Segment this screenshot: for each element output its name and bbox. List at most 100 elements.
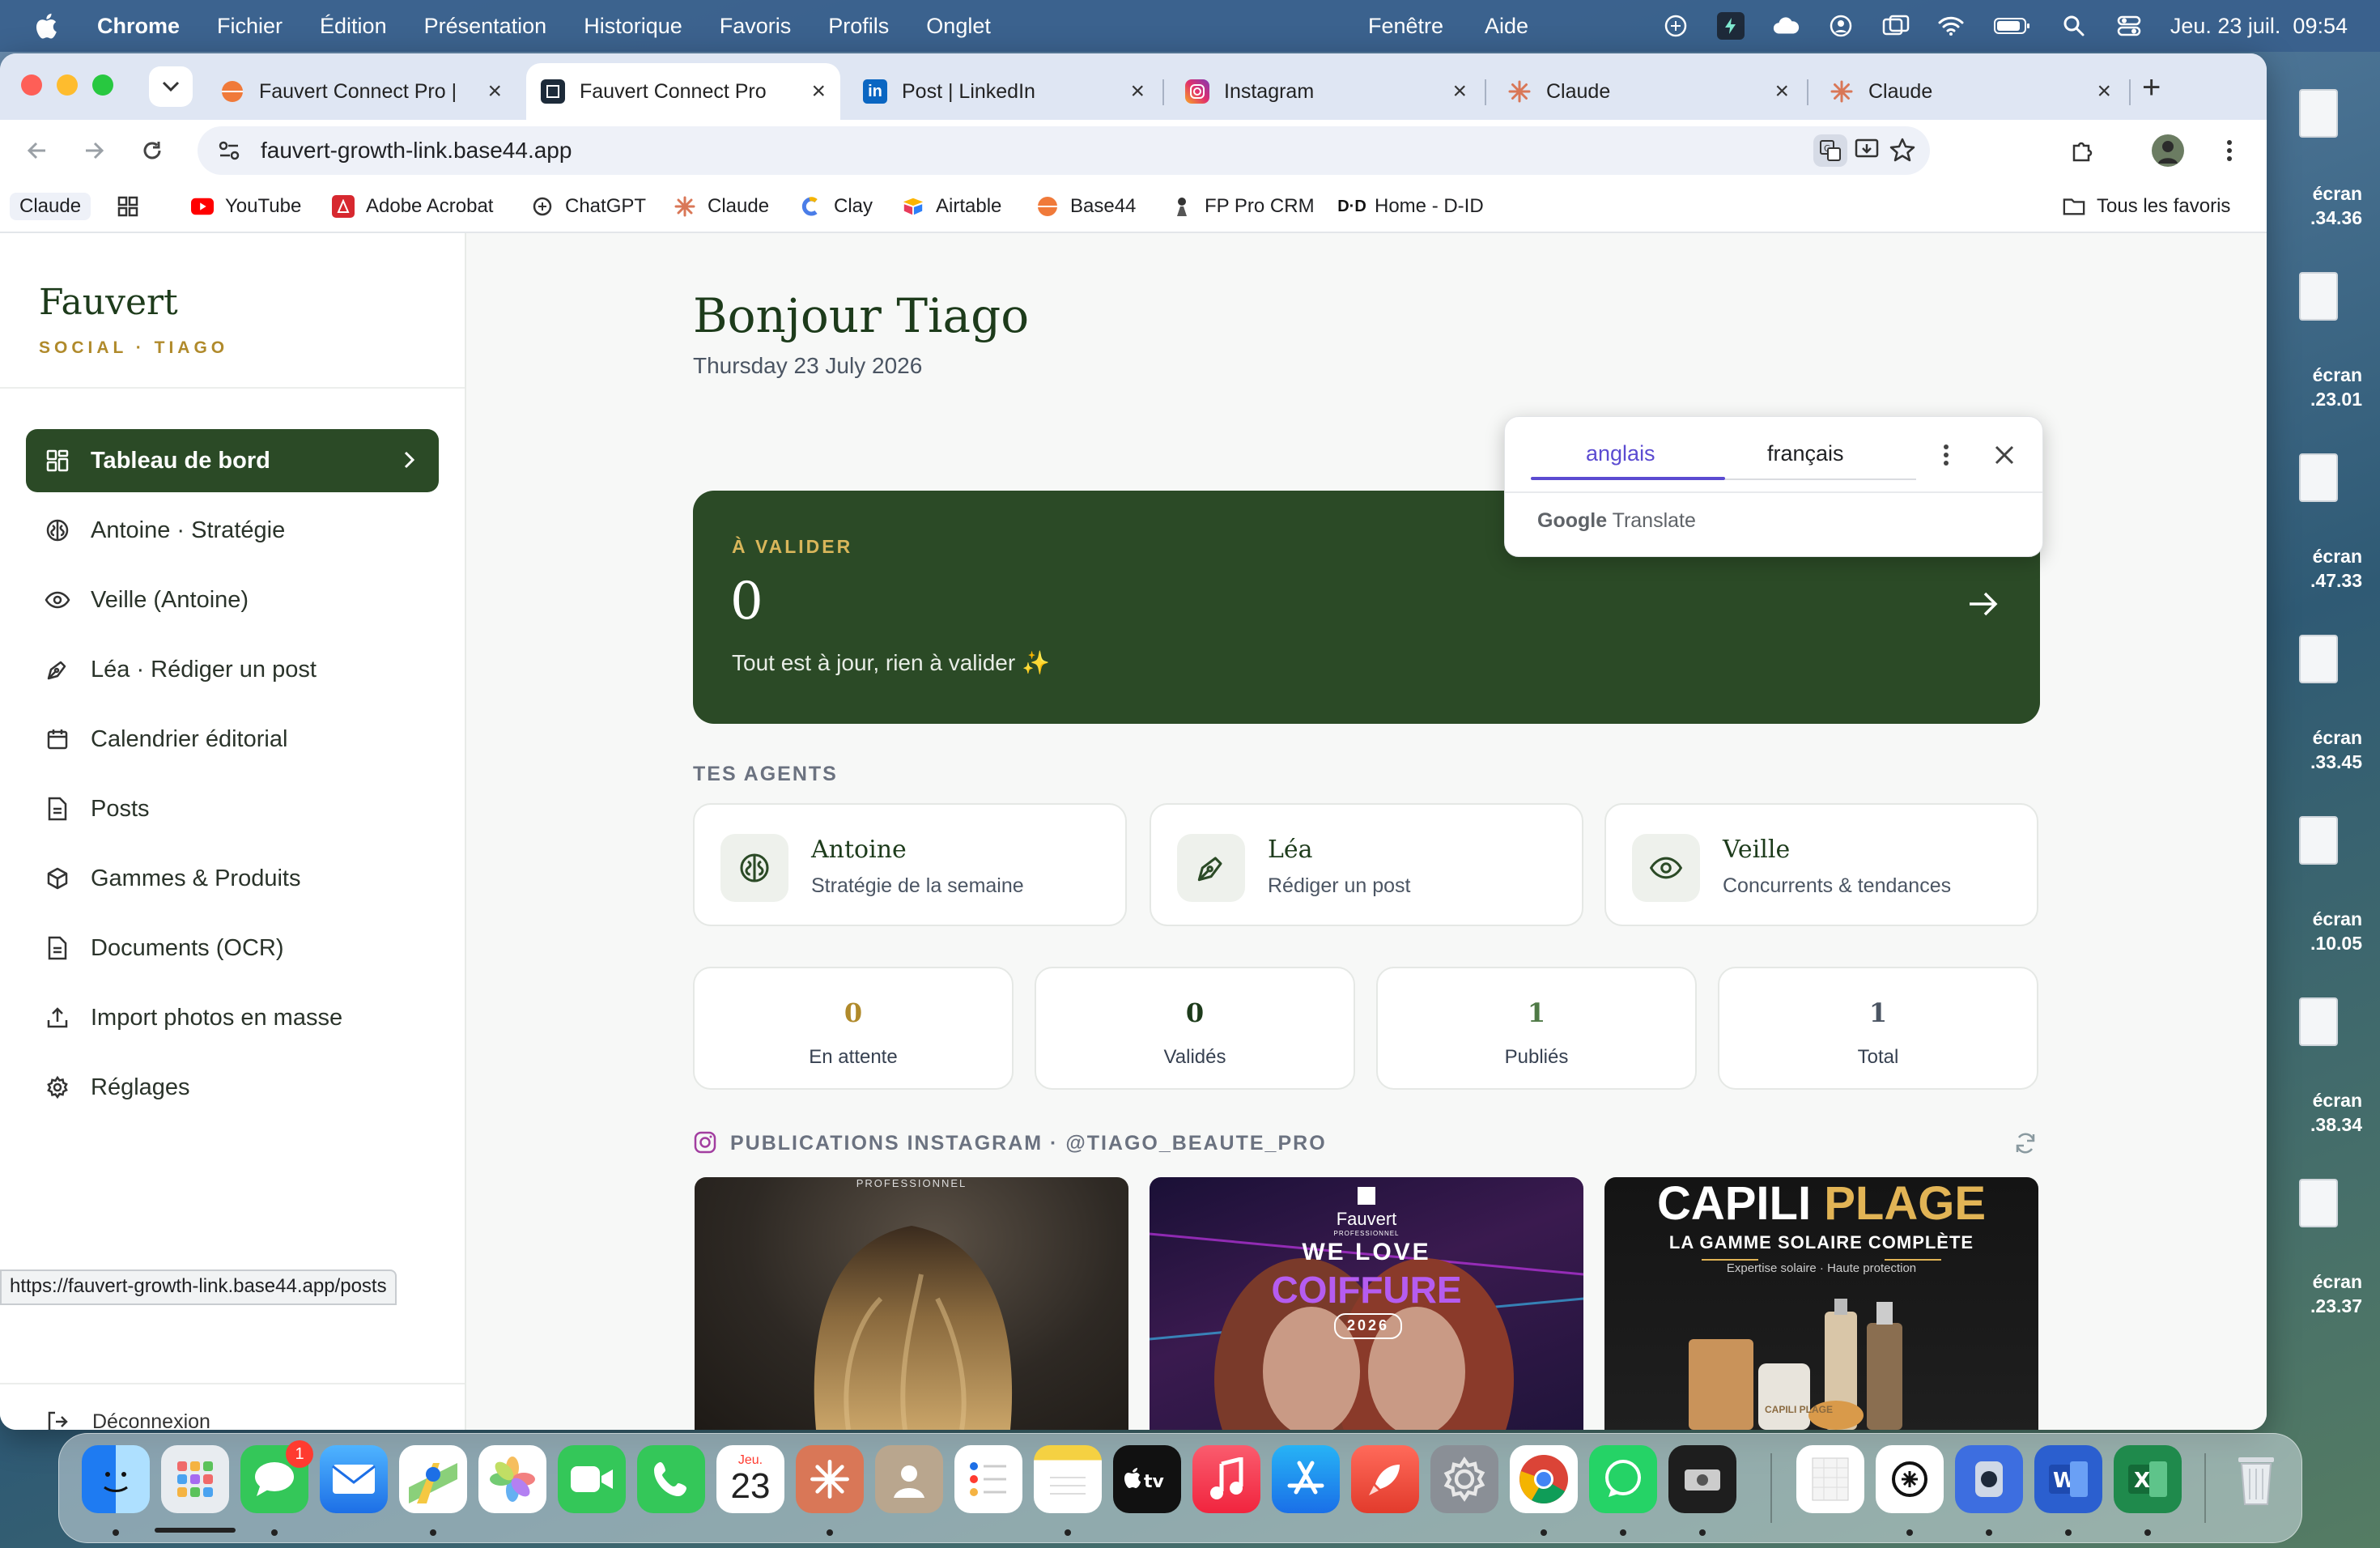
sidebar-item-documents-ocr[interactable]: Documents (OCR) xyxy=(26,916,439,980)
browser-tab[interactable]: Instagram × xyxy=(1171,63,1481,120)
bookmark-clay[interactable]: Clay xyxy=(800,193,873,220)
forward-arrow-icon[interactable] xyxy=(81,138,107,164)
arrow-right-icon[interactable] xyxy=(1967,589,2000,619)
bookmark-apps[interactable] xyxy=(117,193,151,220)
desktop-file-thumbnail[interactable] xyxy=(2299,816,2338,865)
bookmark-youtube[interactable]: YouTube xyxy=(191,193,301,220)
reload-icon[interactable] xyxy=(139,138,165,164)
finder-icon[interactable] xyxy=(82,1445,150,1513)
stat-card-en-attente[interactable]: 0 En attente xyxy=(693,967,1014,1090)
reminders-icon[interactable] xyxy=(954,1445,1022,1513)
menu-presentation[interactable]: Présentation xyxy=(424,14,547,39)
close-tab-icon[interactable]: × xyxy=(2097,78,2111,105)
chatgpt-app-icon[interactable] xyxy=(1876,1445,1944,1513)
translate-page-icon[interactable]: G xyxy=(1813,134,1847,167)
excel-icon[interactable]: X xyxy=(2114,1445,2182,1513)
phone-icon[interactable] xyxy=(637,1445,705,1513)
control-center-icon[interactable] xyxy=(2115,12,2143,40)
rocket-app-icon[interactable] xyxy=(1351,1445,1419,1513)
instagram-post[interactable]: CAPILI PLAGE LA GAMME SOLAIRE COMPLÈTE E… xyxy=(1604,1177,2038,1430)
translate-tab-francais[interactable]: français xyxy=(1767,441,1844,466)
bookmark-all-favorites[interactable]: Tous les favoris xyxy=(2063,193,2230,220)
bookmark-base44[interactable]: Base44 xyxy=(1036,193,1136,220)
sidebar-item-gammes-produits[interactable]: Gammes & Produits xyxy=(26,847,439,910)
logout-button[interactable]: Déconnexion xyxy=(45,1406,210,1430)
menu-edition[interactable]: Édition xyxy=(320,14,387,39)
stat-card-publies[interactable]: 1 Publiés xyxy=(1376,967,1697,1090)
chrome-icon[interactable] xyxy=(1510,1445,1578,1513)
bookmark-acrobat[interactable]: Adobe Acrobat xyxy=(332,193,493,220)
browser-tab[interactable]: Claude × xyxy=(1493,63,1804,120)
cloud-icon[interactable] xyxy=(1772,12,1800,40)
close-tab-icon[interactable]: × xyxy=(1452,78,1467,105)
menu-app-name[interactable]: Chrome xyxy=(97,14,180,39)
menu-aide[interactable]: Aide xyxy=(1485,14,1528,39)
menu-onglet[interactable]: Onglet xyxy=(926,14,991,39)
install-app-icon[interactable] xyxy=(1854,138,1880,162)
browser-tab[interactable]: Claude × xyxy=(1815,63,2126,120)
stat-card-total[interactable]: 1 Total xyxy=(1718,967,2038,1090)
agent-card-antoine[interactable]: Antoine Stratégie de la semaine xyxy=(693,803,1127,926)
instagram-post[interactable]: PROFESSIONNEL xyxy=(695,1177,1128,1430)
user-account-icon[interactable] xyxy=(1827,12,1855,40)
bookmark-chatgpt[interactable]: ChatGPT xyxy=(531,193,646,220)
desktop-file-label[interactable]: écran .38.34 xyxy=(2297,1088,2362,1137)
whatsapp-icon[interactable] xyxy=(1589,1445,1657,1513)
menu-favoris[interactable]: Favoris xyxy=(720,14,792,39)
close-window-button[interactable] xyxy=(21,74,42,96)
more-options-icon[interactable] xyxy=(2216,138,2242,164)
desktop-file-thumbnail[interactable] xyxy=(2299,89,2338,138)
sidebar-item-tableau-de-bord[interactable]: Tableau de bord xyxy=(26,429,439,492)
address-bar[interactable]: fauvert-growth-link.base44.app G xyxy=(198,126,1930,175)
desktop-file-label[interactable]: écran .23.01 xyxy=(2297,363,2362,411)
browser-tab-active[interactable]: Fauvert Connect Pro × xyxy=(526,63,840,120)
tab-search-button[interactable] xyxy=(149,66,193,107)
document-preview-icon[interactable] xyxy=(1796,1445,1864,1513)
new-tab-button[interactable]: + xyxy=(2142,70,2161,106)
sidebar-item-antoine-strategie[interactable]: Antoine · Stratégie xyxy=(26,499,439,562)
bookmark-airtable[interactable]: Airtable xyxy=(902,193,1001,220)
close-icon[interactable] xyxy=(1994,444,2015,466)
disk-utility-icon[interactable] xyxy=(1955,1445,2023,1513)
bookmark-d-id[interactable]: D·D Home - D-ID xyxy=(1337,193,1483,220)
url-text[interactable]: fauvert-growth-link.base44.app xyxy=(261,138,572,164)
profile-avatar[interactable] xyxy=(2152,134,2184,167)
agent-card-lea[interactable]: Léa Rédiger un post xyxy=(1150,803,1583,926)
apple-tv-icon[interactable]: tv xyxy=(1113,1445,1181,1513)
claude-icon[interactable] xyxy=(796,1445,864,1513)
back-arrow-icon[interactable] xyxy=(24,138,50,164)
sidebar-item-reglages[interactable]: Réglages xyxy=(26,1056,439,1119)
desktop-file-label[interactable]: écran .34.36 xyxy=(2297,181,2362,230)
refresh-icon[interactable] xyxy=(2012,1130,2038,1156)
instagram-post[interactable]: Fauvert PROFESSIONNEL WE LOVE COIFFURE 2… xyxy=(1150,1177,1583,1430)
agent-card-veille[interactable]: Veille Concurrents & tendances xyxy=(1604,803,2038,926)
sidebar-item-posts[interactable]: Posts xyxy=(26,777,439,840)
menu-fenetre[interactable]: Fenêtre xyxy=(1368,14,1443,39)
notes-icon[interactable] xyxy=(1034,1445,1102,1513)
spotlight-search-icon[interactable] xyxy=(2060,12,2088,40)
chatgpt-menu-icon[interactable] xyxy=(1662,12,1689,40)
app-store-icon[interactable] xyxy=(1272,1445,1340,1513)
more-options-icon[interactable] xyxy=(1942,443,1950,467)
extensions-puzzle-icon[interactable] xyxy=(2069,138,2095,164)
sidebar-item-import-photos[interactable]: Import photos en masse xyxy=(26,986,439,1049)
battery-icon[interactable] xyxy=(1992,12,2033,40)
system-settings-icon[interactable] xyxy=(1430,1445,1498,1513)
desktop-file-thumbnail[interactable] xyxy=(2299,997,2338,1046)
browser-tab[interactable]: in Post | LinkedIn × xyxy=(848,63,1159,120)
bookmark-claude[interactable]: Claude xyxy=(674,193,769,220)
close-tab-icon[interactable]: × xyxy=(1774,78,1789,105)
desktop-file-label[interactable]: écran .33.45 xyxy=(2297,725,2362,774)
browser-tab[interactable]: Fauvert Connect Pro | × xyxy=(206,63,516,120)
menu-profils[interactable]: Profils xyxy=(828,14,889,39)
bookmark-fp-pro-crm[interactable]: FP Pro CRM xyxy=(1171,193,1315,220)
contacts-icon[interactable] xyxy=(875,1445,943,1513)
messages-icon[interactable]: 1 xyxy=(240,1440,313,1513)
stat-card-valides[interactable]: 0 Validés xyxy=(1035,967,1355,1090)
desktop-file-label[interactable]: écran .47.33 xyxy=(2297,544,2362,593)
bookmark-claude-folder[interactable]: Claude xyxy=(10,193,91,220)
sidebar-item-lea-rediger[interactable]: Léa · Rédiger un post xyxy=(26,638,439,701)
bookmark-star-icon[interactable] xyxy=(1889,138,1915,162)
desktop-file-thumbnail[interactable] xyxy=(2299,453,2338,502)
desktop-file-thumbnail[interactable] xyxy=(2299,635,2338,683)
